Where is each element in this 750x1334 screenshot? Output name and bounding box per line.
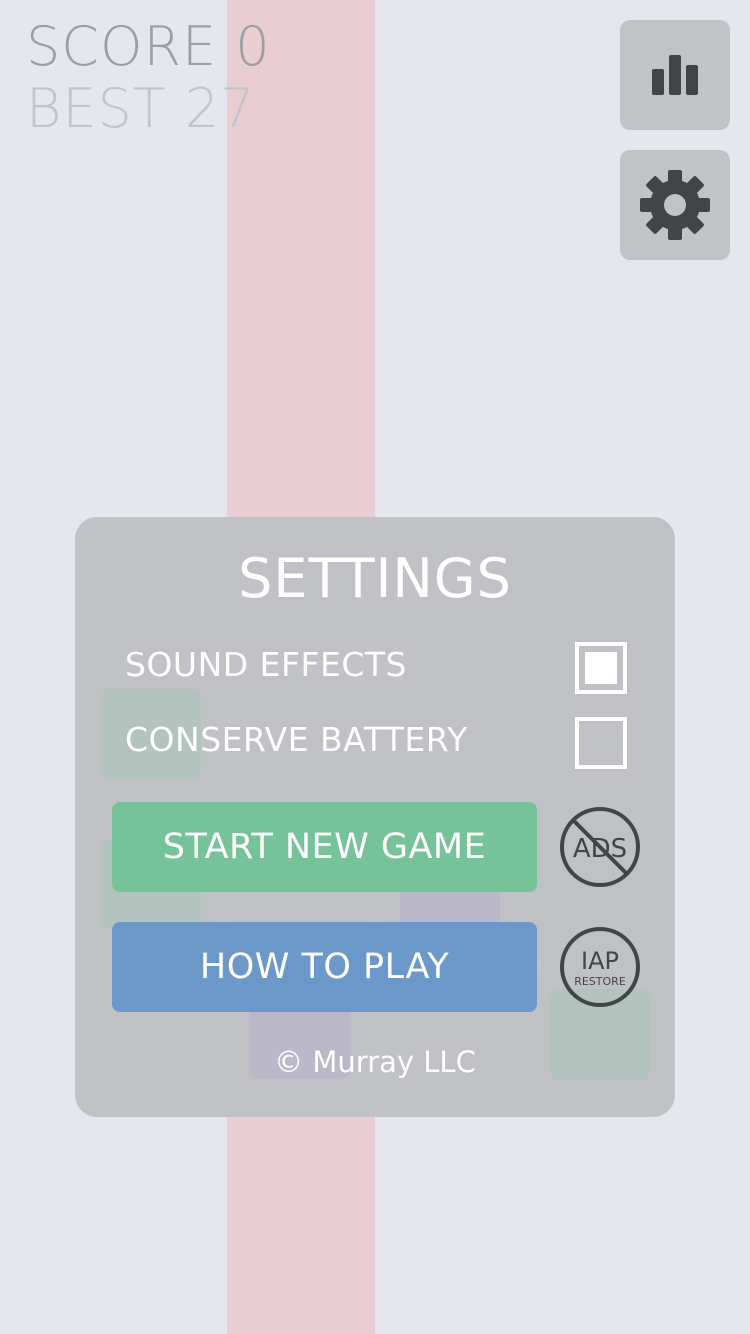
settings-panel: SETTINGS SOUND EFFECTS CONSERVE BATTERY … xyxy=(75,517,675,1117)
svg-text:IAP: IAP xyxy=(581,947,619,975)
conserve-battery-checkbox[interactable] xyxy=(575,717,627,769)
bar-chart-icon xyxy=(652,55,698,95)
remove-ads-button[interactable]: ADS xyxy=(558,805,642,889)
gear-icon xyxy=(640,170,710,240)
sound-effects-checkbox[interactable] xyxy=(575,642,627,694)
sound-effects-label: SOUND EFFECTS xyxy=(125,645,407,684)
iap-restore-icon: IAP RESTORE xyxy=(560,927,640,1007)
scoreboard: SCORE 0 BEST 27 xyxy=(26,16,271,140)
score-label: SCORE 0 xyxy=(26,15,271,78)
copyright-text: © Murray LLC xyxy=(274,1045,476,1079)
iap-restore-button[interactable]: IAP RESTORE xyxy=(558,925,642,1009)
settings-title: SETTINGS xyxy=(238,547,512,610)
no-ads-icon: ADS xyxy=(560,807,640,887)
settings-button[interactable] xyxy=(620,150,730,260)
conserve-battery-label: CONSERVE BATTERY xyxy=(125,720,468,759)
leaderboard-button[interactable] xyxy=(620,20,730,130)
best-label: BEST 27 xyxy=(26,77,256,140)
how-to-play-button[interactable]: HOW TO PLAY xyxy=(112,922,537,1012)
svg-text:RESTORE: RESTORE xyxy=(574,975,626,988)
start-new-game-button[interactable]: START NEW GAME xyxy=(112,802,537,892)
